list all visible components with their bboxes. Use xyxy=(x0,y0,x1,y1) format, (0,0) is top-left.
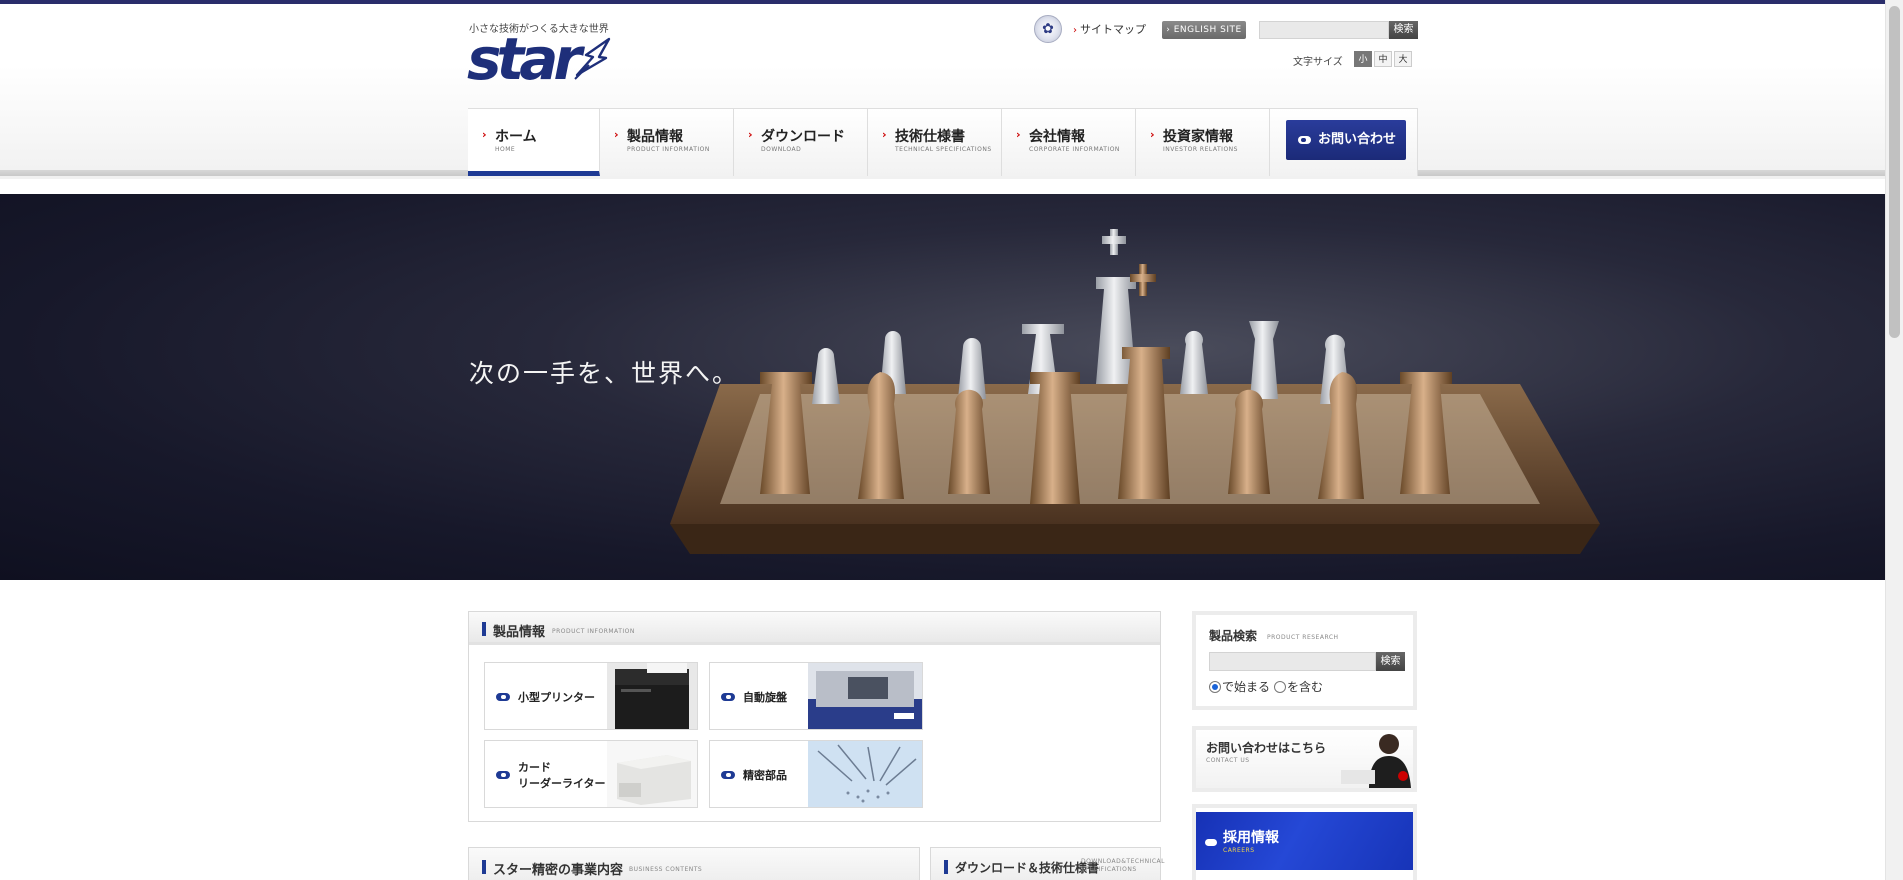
nav-item-technical-specs[interactable]: › 技術仕様書 TECHNICAL SPECIFICATIONS xyxy=(868,109,1002,176)
panel-subtitle: PRODUCT INFORMATION xyxy=(552,628,635,635)
chevron-right-icon: › xyxy=(1166,25,1174,35)
precision-parts-image xyxy=(808,741,922,807)
radio-label: を含む xyxy=(1287,680,1324,694)
nav-sublabel: DOWNLOAD xyxy=(761,146,802,153)
chevron-right-icon: › xyxy=(1150,128,1155,141)
contact-us-banner[interactable]: お問い合わせはこちら CONTACT US xyxy=(1192,726,1417,792)
nav-sublabel: CORPORATE INFORMATION xyxy=(1029,146,1120,153)
radio-starts-with[interactable] xyxy=(1209,680,1221,693)
product-search-subtitle: PRODUCT RESEARCH xyxy=(1267,634,1339,641)
nav-item-home[interactable]: › ホーム HOME xyxy=(468,109,600,176)
chevron-right-icon: › xyxy=(1073,25,1077,36)
scrollbar-thumb[interactable] xyxy=(1889,6,1900,338)
toggle-icon xyxy=(1298,136,1311,144)
contact-button[interactable]: お問い合わせ xyxy=(1286,120,1406,160)
card-reader-image xyxy=(607,741,697,807)
product-label: 自動旋盤 xyxy=(743,691,787,704)
product-label: 小型プリンター xyxy=(518,691,595,704)
logo-star-icon xyxy=(574,37,611,80)
toggle-icon xyxy=(496,771,510,779)
careers-banner-image: 採用情報 CAREERS xyxy=(1196,812,1413,870)
panel-header: 製品情報 PRODUCT INFORMATION xyxy=(469,612,1160,645)
product-card-printer[interactable]: 小型プリンター xyxy=(484,662,698,730)
nav-label: 技術仕様書 xyxy=(895,129,965,145)
toggle-icon xyxy=(496,693,510,701)
section-title: ダウンロード＆技術仕様書 xyxy=(955,861,1100,875)
nav-sublabel: INVESTOR RELATIONS xyxy=(1163,146,1238,153)
product-card-precision-parts[interactable]: 精密部品 xyxy=(709,740,923,808)
lathe-image xyxy=(808,663,922,729)
nav-label: ダウンロード xyxy=(761,129,845,145)
chevron-right-icon: › xyxy=(482,128,487,141)
toggle-icon xyxy=(721,693,735,701)
nav-item-investors[interactable]: › 投資家情報 INVESTOR RELATIONS xyxy=(1136,109,1270,176)
business-contents-header: スター精密の事業内容 BUSINESS CONTENTS xyxy=(468,847,920,880)
logo-wordmark: star xyxy=(467,25,582,93)
section-subtitle: DOWNLOAD&TECHNICAL SPECIFICATIONS xyxy=(1081,858,1165,873)
nav-sublabel: TECHNICAL SPECIFICATIONS xyxy=(895,146,992,153)
chess-board-image xyxy=(670,229,1600,554)
sitemap-emblem-icon[interactable]: ✿ xyxy=(1034,15,1062,43)
product-info-panel: 製品情報 PRODUCT INFORMATION 小型プリンター 自動旋盤 カー… xyxy=(468,611,1161,822)
product-search-input[interactable] xyxy=(1209,652,1376,671)
toggle-icon xyxy=(721,771,735,779)
chevron-right-icon: › xyxy=(882,128,887,141)
radio-label: で始まる xyxy=(1222,680,1271,694)
operator-image xyxy=(1341,734,1411,788)
nav-item-products[interactable]: › 製品情報 PRODUCT INFORMATION xyxy=(600,109,734,176)
nav-item-download[interactable]: › ダウンロード DOWNLOAD xyxy=(734,109,868,176)
heading-marker xyxy=(482,860,486,874)
nav-label: 投資家情報 xyxy=(1163,129,1233,145)
product-label: カード リーダーライター xyxy=(518,761,606,790)
product-search-button[interactable]: 検索 xyxy=(1376,652,1405,671)
english-site-label: ENGLISH SITE xyxy=(1173,25,1242,35)
page: 小さな技術がつくる大きな世界 star ✿ › サイトマップ › ENGLISH … xyxy=(0,0,1903,880)
nav-label: 会社情報 xyxy=(1029,129,1085,145)
chevron-right-icon: › xyxy=(614,128,619,141)
careers-subtitle: CAREERS xyxy=(1223,847,1255,854)
search-mode-options: で始まる を含む xyxy=(1209,678,1327,695)
careers-title: 採用情報 xyxy=(1223,830,1279,846)
section-title: スター精密の事業内容 xyxy=(493,863,624,878)
heading-marker xyxy=(944,860,948,874)
nav-label: 製品情報 xyxy=(627,129,683,145)
product-label: 精密部品 xyxy=(743,769,787,782)
section-subtitle: BUSINESS CONTENTS xyxy=(629,866,703,873)
sitemap-label: サイトマップ xyxy=(1080,23,1146,36)
careers-banner[interactable]: 採用情報 CAREERS xyxy=(1192,804,1417,880)
hero-headline: 次の一手を、世界へ。 xyxy=(469,359,740,388)
chevron-right-icon: › xyxy=(1016,128,1021,141)
toggle-icon xyxy=(1205,839,1217,846)
font-size-large-button[interactable]: 大 xyxy=(1394,51,1412,67)
chevron-right-icon: › xyxy=(748,128,753,141)
product-search-title: 製品検索 xyxy=(1209,629,1258,643)
global-nav: › ホーム HOME › 製品情報 PRODUCT INFORMATION › … xyxy=(468,108,1418,176)
heading-marker xyxy=(482,622,486,636)
nav-sublabel: HOME xyxy=(495,146,516,153)
english-site-button[interactable]: › ENGLISH SITE xyxy=(1162,21,1246,39)
site-search-input[interactable] xyxy=(1259,21,1389,39)
font-size-small-button[interactable]: 小 xyxy=(1354,51,1372,67)
download-specs-header: ダウンロード＆技術仕様書 DOWNLOAD&TECHNICAL SPECIFIC… xyxy=(930,847,1165,880)
site-search-button[interactable]: 検索 xyxy=(1389,21,1418,39)
nav-item-corporate[interactable]: › 会社情報 CORPORATE INFORMATION xyxy=(1002,109,1136,176)
font-size-medium-button[interactable]: 中 xyxy=(1374,51,1392,67)
radio-contains[interactable] xyxy=(1274,680,1287,693)
page-scrollbar[interactable] xyxy=(1885,0,1903,880)
printer-image xyxy=(607,663,697,729)
nav-sublabel: PRODUCT INFORMATION xyxy=(627,146,710,153)
nav-label: ホーム xyxy=(495,129,537,145)
sitemap-link[interactable]: › サイトマップ xyxy=(1073,21,1146,37)
contact-button-label: お問い合わせ xyxy=(1318,132,1397,147)
hero-banner: 次の一手を、世界へ。 xyxy=(0,194,1885,580)
font-size-label: 文字サイズ xyxy=(1293,57,1343,68)
product-card-card-reader[interactable]: カード リーダーライター xyxy=(484,740,698,808)
panel-title: 製品情報 xyxy=(493,625,546,640)
product-card-lathe[interactable]: 自動旋盤 xyxy=(709,662,923,730)
star-logo[interactable]: star xyxy=(467,28,613,90)
contact-banner-title: お問い合わせはこちら xyxy=(1206,741,1327,755)
contact-banner-subtitle: CONTACT US xyxy=(1206,757,1250,764)
product-search-box: 製品検索 PRODUCT RESEARCH 検索 で始まる を含む xyxy=(1192,611,1417,710)
